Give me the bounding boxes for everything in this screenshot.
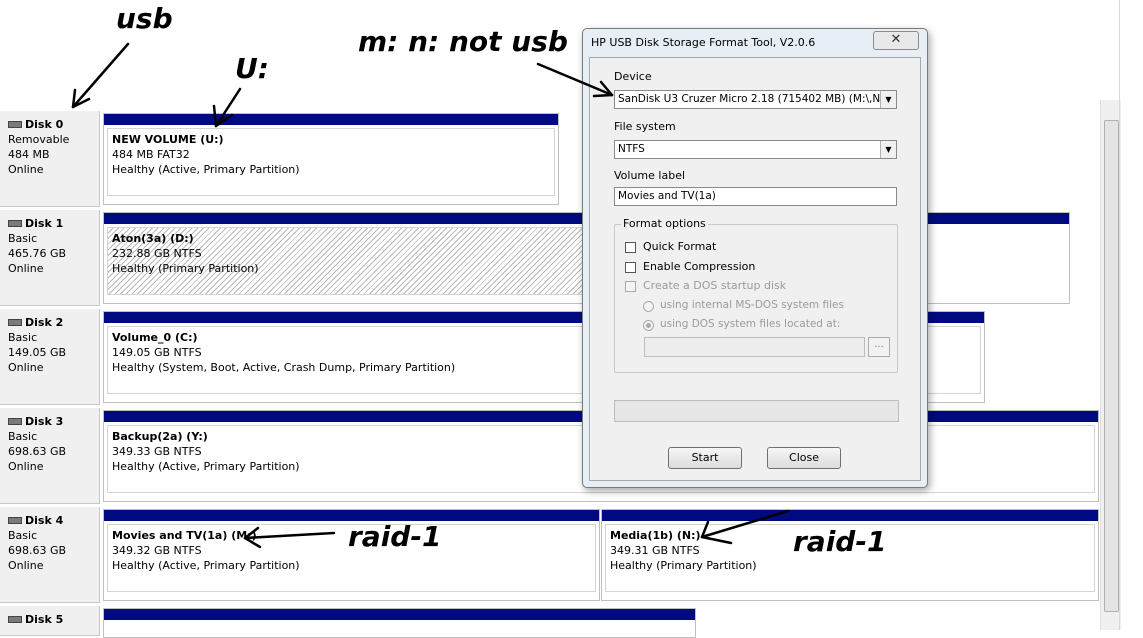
partition-bar xyxy=(104,609,695,620)
browse-button[interactable]: ... xyxy=(868,337,890,357)
disk-5-label[interactable]: Disk 5 xyxy=(0,606,100,636)
disk-status: Online xyxy=(8,262,44,275)
filesystem-label: File system xyxy=(614,120,676,133)
partition-status: Healthy (Primary Partition) xyxy=(112,262,259,275)
disk-name: Disk 3 xyxy=(25,415,64,428)
dos-files-label: using DOS system files located at: xyxy=(660,318,841,330)
disk-0-label[interactable]: Disk 0 Removable 484 MB Online xyxy=(0,111,100,207)
filesystem-value: NTFS xyxy=(618,143,645,155)
volume-label-label: Volume label xyxy=(614,169,686,182)
annotation-not-usb: m: n: not usb xyxy=(358,25,568,58)
disk-status: Online xyxy=(8,163,44,176)
device-label: Device xyxy=(614,70,652,83)
create-dos-label: Create a DOS startup disk xyxy=(643,279,787,292)
partition-u[interactable]: NEW VOLUME (U:) 484 MB FAT32 Healthy (Ac… xyxy=(103,113,559,205)
disk-1-label[interactable]: Disk 1 Basic 465.76 GB Online xyxy=(0,210,100,306)
removable-disk-icon xyxy=(8,121,22,128)
partition-status: Healthy (Active, Primary Partition) xyxy=(112,559,300,572)
quick-format-label: Quick Format xyxy=(643,240,717,253)
volume-label-input[interactable]: Movies and TV(1a) xyxy=(614,187,897,206)
hard-disk-icon xyxy=(8,616,22,623)
disk-name: Disk 1 xyxy=(25,217,64,230)
disk-type: Basic xyxy=(8,430,38,443)
annotation-u: U: xyxy=(235,52,269,85)
format-tool-dialog: HP USB Disk Storage Format Tool, V2.0.6 … xyxy=(582,28,928,488)
enable-compression-label: Enable Compression xyxy=(643,260,756,273)
disk-status: Online xyxy=(8,559,44,572)
disk-type: Basic xyxy=(8,529,38,542)
disk-type: Basic xyxy=(8,232,38,245)
divider xyxy=(1119,0,1120,630)
format-options-group: Format options Quick Format Enable Compr… xyxy=(614,217,898,373)
device-dropdown[interactable]: SanDisk U3 Cruzer Micro 2.18 (715402 MB)… xyxy=(614,90,897,109)
device-value: SanDisk U3 Cruzer Micro 2.18 (715402 MB)… xyxy=(618,93,892,105)
chevron-down-icon[interactable]: ▼ xyxy=(880,141,896,158)
disk-size: 698.63 GB xyxy=(8,445,67,458)
partition-bar xyxy=(104,114,558,125)
disk-name: Disk 5 xyxy=(25,613,64,626)
disk-4-label[interactable]: Disk 4 Basic 698.63 GB Online xyxy=(0,507,100,603)
disk-3-label[interactable]: Disk 3 Basic 698.63 GB Online xyxy=(0,408,100,504)
disk-name: Disk 2 xyxy=(25,316,64,329)
filesystem-dropdown[interactable]: NTFS ▼ xyxy=(614,140,897,159)
disk-size: 149.05 GB xyxy=(8,346,67,359)
dialog-body: Device SanDisk U3 Cruzer Micro 2.18 (715… xyxy=(589,57,921,481)
annotation-usb: usb xyxy=(116,2,173,35)
scrollbar-thumb[interactable] xyxy=(1104,120,1119,612)
disk-name: Disk 4 xyxy=(25,514,64,527)
partition-bar xyxy=(602,510,1098,521)
hard-disk-icon xyxy=(8,220,22,227)
disk-type: Removable xyxy=(8,133,70,146)
disk-size: 698.63 GB xyxy=(8,544,67,557)
partition-size: 232.88 GB NTFS xyxy=(112,247,202,260)
disk-size: 465.76 GB xyxy=(8,247,67,260)
hard-disk-icon xyxy=(8,319,22,326)
create-dos-checkbox[interactable] xyxy=(625,281,636,292)
partition-status: Healthy (Active, Primary Partition) xyxy=(112,163,300,176)
enable-compression-checkbox[interactable] xyxy=(625,262,636,273)
disk-status: Online xyxy=(8,460,44,473)
internal-msdos-label: using internal MS-DOS system files xyxy=(660,299,844,311)
dos-files-path-input[interactable] xyxy=(644,337,865,357)
dos-files-radio[interactable] xyxy=(643,320,654,331)
annotation-raid-right: raid-1 xyxy=(793,525,887,558)
hard-disk-icon xyxy=(8,517,22,524)
partition-disk5[interactable] xyxy=(103,608,696,638)
format-options-legend: Format options xyxy=(621,217,708,230)
chevron-down-icon[interactable]: ▼ xyxy=(880,91,896,108)
disk-name: Disk 0 xyxy=(25,118,64,131)
partition-title: NEW VOLUME (U:) xyxy=(112,133,224,146)
partition-size: 484 MB FAT32 xyxy=(112,148,190,161)
partition-status: Healthy (Primary Partition) xyxy=(610,559,757,572)
close-button[interactable]: Close xyxy=(767,447,841,469)
annotation-raid-left: raid-1 xyxy=(348,520,442,553)
progress-bar xyxy=(614,400,899,422)
internal-msdos-radio[interactable] xyxy=(643,301,654,312)
start-button[interactable]: Start xyxy=(668,447,742,469)
quick-format-checkbox[interactable] xyxy=(625,242,636,253)
disk-status: Online xyxy=(8,361,44,374)
disk-type: Basic xyxy=(8,331,38,344)
partition-title: Aton(3a) (D:) xyxy=(112,232,194,245)
vertical-scrollbar[interactable] xyxy=(1100,100,1121,630)
disk-2-label[interactable]: Disk 2 Basic 149.05 GB Online xyxy=(0,309,100,405)
disk-size: 484 MB xyxy=(8,148,50,161)
close-icon[interactable]: ✕ xyxy=(873,31,919,50)
hard-disk-icon xyxy=(8,418,22,425)
